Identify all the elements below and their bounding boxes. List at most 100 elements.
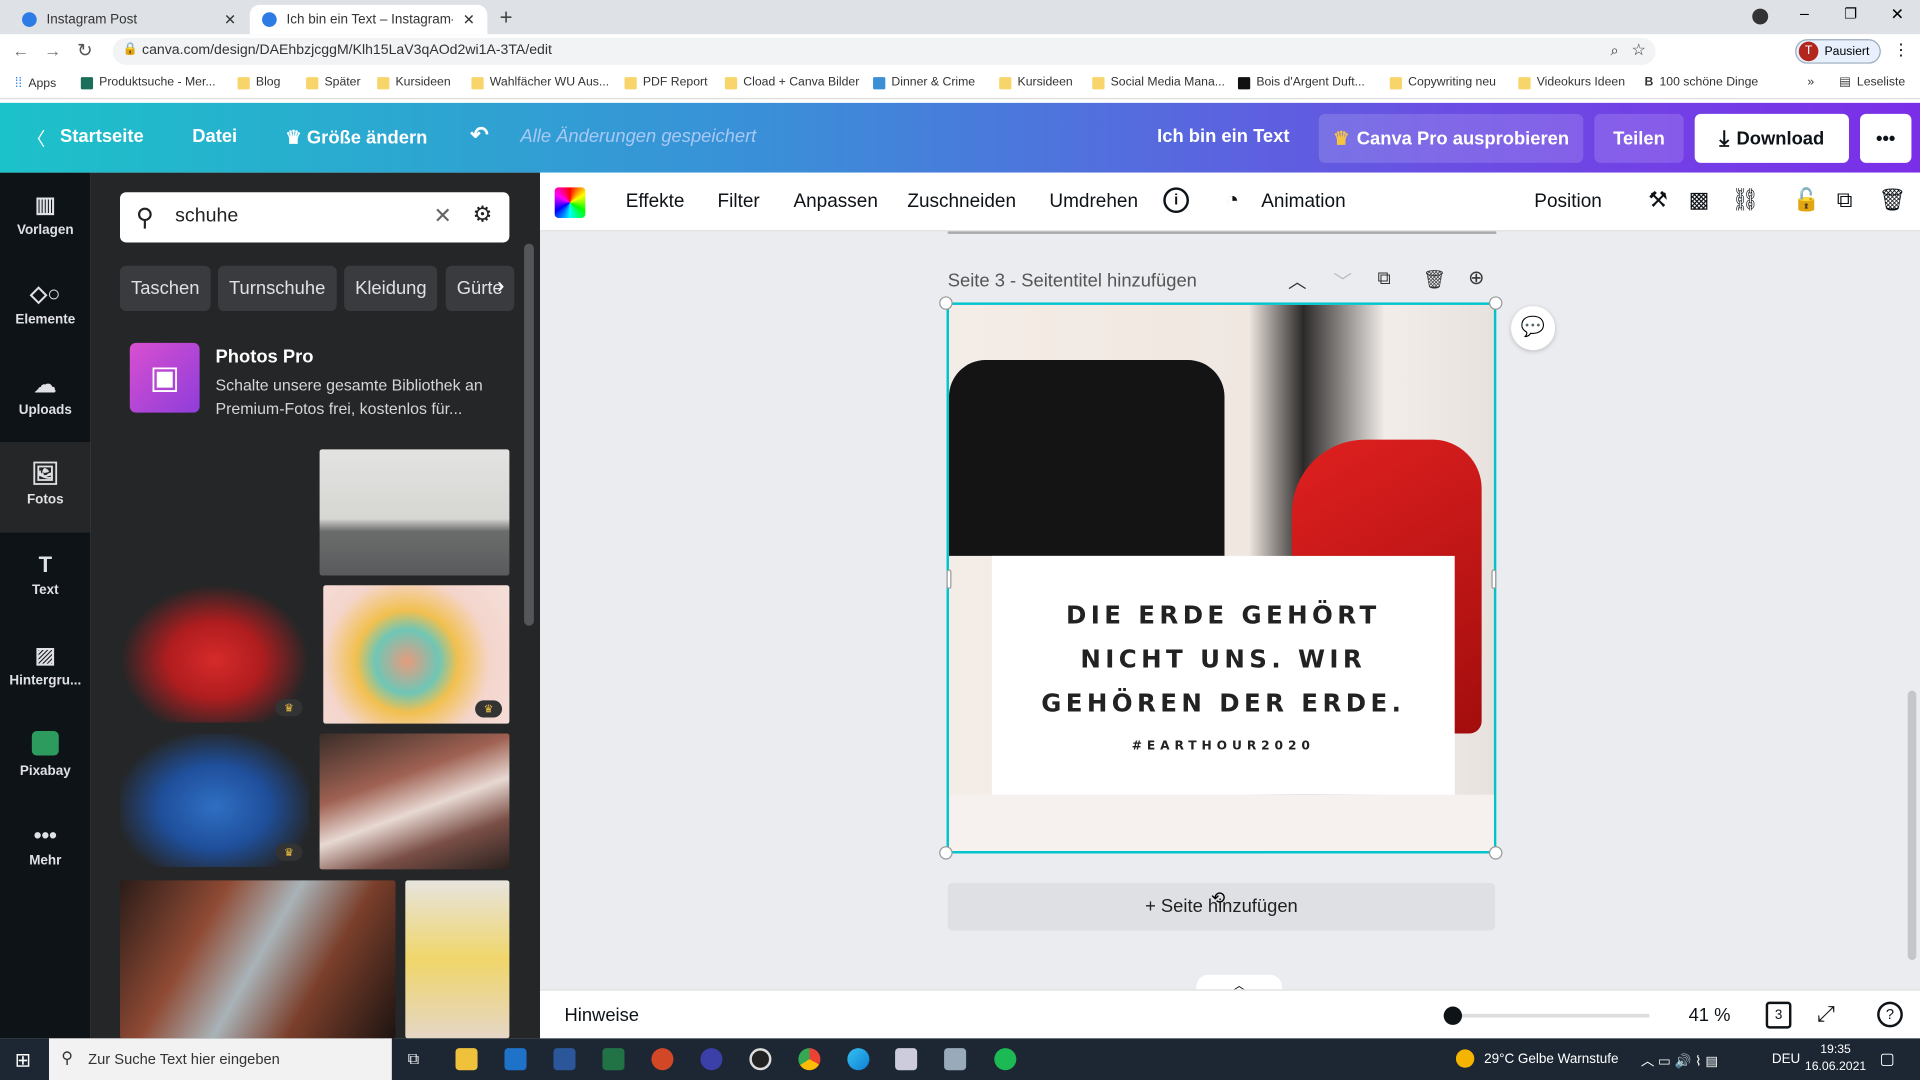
spotify-icon[interactable] <box>994 1048 1017 1071</box>
bookmark-item[interactable]: Produktsuche - Mer... <box>80 76 216 89</box>
notes-button[interactable]: Hinweise <box>564 1005 639 1026</box>
mail-icon[interactable] <box>504 1048 527 1071</box>
animation-button[interactable]: Animation <box>1261 191 1345 213</box>
rail-item-elemente[interactable]: ◇○ Elemente <box>0 262 91 348</box>
home-link[interactable]: Startseite <box>60 126 144 147</box>
quote-text-box[interactable]: DIE ERDE GEHÖRT NICHT UNS. WIR GEHÖREN D… <box>991 555 1455 795</box>
bookmark-item[interactable]: Dinner & Crime <box>873 76 975 89</box>
taskbar-search-input[interactable]: ⚲ Zur Suche Text hier eingeben <box>48 1038 392 1080</box>
rail-item-hintergrund[interactable]: ▨ Hintergru... <box>0 623 91 709</box>
photo-colorful-heels[interactable]: ♛ <box>323 585 510 724</box>
profile-button[interactable]: T Pausiert <box>1795 39 1881 64</box>
bookmark-item[interactable]: Wahlfächer WU Aus... <box>471 76 609 89</box>
transparency-icon[interactable]: ▩ <box>1689 187 1710 213</box>
forward-icon[interactable]: → <box>44 40 61 60</box>
reload-icon[interactable]: ↻ <box>77 39 92 61</box>
rail-item-vorlagen[interactable]: ▥ Vorlagen <box>0 173 91 259</box>
close-window-icon[interactable]: ✕ <box>1891 5 1904 25</box>
bookmark-item[interactable]: Kursideen <box>999 76 1073 89</box>
zoom-level[interactable]: 41 % <box>1689 1005 1731 1026</box>
rail-item-uploads[interactable]: ☁ Uploads <box>0 353 91 439</box>
info-icon[interactable]: i <box>1163 187 1189 214</box>
url-field[interactable]: 🔒 canva.com/design/DAEhbzjcggM/Klh15LaV3… <box>112 37 1656 65</box>
bookmark-item[interactable]: Copywriting neu <box>1389 76 1496 89</box>
powerpoint-icon[interactable] <box>651 1048 674 1071</box>
zoom-icon[interactable]: ⌕ <box>1611 42 1619 60</box>
lock-icon[interactable]: 🔓 <box>1793 187 1820 213</box>
zoom-slider[interactable] <box>1443 1006 1650 1025</box>
clock[interactable]: 19:35 16.06.2021 <box>1805 1042 1866 1076</box>
windows-start-icon[interactable]: ⊞ <box>15 1048 31 1072</box>
photo-sneakers-white[interactable] <box>319 449 510 576</box>
bookmark-item[interactable]: Später <box>306 76 361 89</box>
bookmark-item[interactable]: Social Media Mana... <box>1092 76 1225 89</box>
effects-button[interactable]: Effekte <box>626 191 685 213</box>
filter-icon[interactable]: ⚙ <box>473 202 493 228</box>
zoom-slider-thumb[interactable] <box>1443 1006 1463 1025</box>
delete-page-icon[interactable]: 🗑 <box>1423 268 1446 290</box>
paint-format-icon[interactable]: ⚒ <box>1648 187 1668 213</box>
filter-button[interactable]: Filter <box>718 191 760 213</box>
browser-tab[interactable]: Instagram Post ✕ <box>10 5 249 34</box>
notifications-icon[interactable]: ▢ <box>1880 1049 1895 1069</box>
trash-icon[interactable]: 🗑 <box>1878 187 1906 213</box>
app-icon[interactable] <box>895 1048 918 1071</box>
new-tab-icon[interactable]: + <box>500 5 513 31</box>
rail-item-mehr[interactable]: ••• Mehr <box>0 803 91 889</box>
rotate-icon[interactable]: ⟲ <box>1211 888 1225 909</box>
tray-icons[interactable]: ︿ ▭ 🔊 ⌇ ▤ <box>1641 1051 1718 1071</box>
page-grid-button[interactable]: 3 <box>1765 1001 1792 1029</box>
duplicate-page-icon[interactable]: ⧉ <box>1378 268 1391 289</box>
task-view-icon[interactable]: ⧉ <box>408 1049 419 1069</box>
photo-blue-sneakers[interactable]: ♛ <box>120 733 310 867</box>
bookmark-item[interactable]: Cload + Canva Bilder <box>724 76 859 89</box>
resize-handle[interactable] <box>1488 846 1503 860</box>
duplicate-icon[interactable]: ⧉ <box>1837 187 1853 213</box>
page-up-icon[interactable]: ︿ <box>1288 268 1306 294</box>
reading-list[interactable]: ▤ Leseliste <box>1839 76 1905 89</box>
edge-icon[interactable] <box>847 1048 870 1071</box>
more-bookmarks-icon[interactable]: » <box>1807 76 1814 89</box>
rail-item-fotos[interactable]: 🖼 Fotos <box>0 442 91 533</box>
bookmark-item[interactable]: Bois d'Argent Duft... <box>1237 76 1365 89</box>
bookmark-item[interactable]: B 100 schöne Dinge <box>1644 76 1758 89</box>
language-indicator[interactable]: DEU <box>1772 1052 1800 1067</box>
clear-search-icon[interactable]: ✕ <box>433 203 451 229</box>
side-handle[interactable] <box>946 569 952 589</box>
color-picker-icon[interactable] <box>554 187 586 218</box>
rail-item-text[interactable]: T Text <box>0 533 91 619</box>
bookmark-item[interactable]: PDF Report <box>624 76 708 89</box>
more-options-button[interactable]: ••• <box>1860 113 1912 163</box>
design-title[interactable]: Ich bin ein Text <box>1157 126 1289 147</box>
workspace-scrollbar[interactable] <box>1907 231 1918 989</box>
photo-yellow-heels[interactable] <box>405 880 510 1039</box>
add-page-icon[interactable]: ⊕ <box>1468 266 1484 290</box>
obs-icon[interactable] <box>749 1048 772 1071</box>
back-icon[interactable]: ← <box>12 40 29 60</box>
minimize-icon[interactable]: – <box>1800 4 1809 22</box>
back-chevron-icon[interactable]: 〈 <box>27 126 45 152</box>
photo-red-sneakers[interactable]: ♛ <box>120 584 310 723</box>
resize-button[interactable]: ♛ Größe ändern <box>285 126 427 148</box>
resize-handle[interactable] <box>939 846 953 860</box>
restore-icon[interactable]: ❐ <box>1844 5 1857 22</box>
chip-taschen[interactable]: Taschen <box>120 265 211 312</box>
panel-scrollbar[interactable] <box>524 243 534 626</box>
try-pro-button[interactable]: ♛ Canva Pro ausprobieren <box>1318 113 1584 163</box>
resize-handle[interactable] <box>1488 296 1503 310</box>
browser-tab-active[interactable]: Ich bin ein Text – Instagram-Beit ✕ <box>249 4 488 35</box>
bookmark-item[interactable]: ⁞⁞ Apps <box>15 76 57 91</box>
resize-handle[interactable] <box>939 296 953 310</box>
page-down-icon[interactable]: ﹀ <box>1333 268 1351 294</box>
undo-icon[interactable]: ↶ <box>470 122 488 148</box>
search-input[interactable]: ⚲ schuhe ✕ ⚙ <box>120 192 510 243</box>
share-button[interactable]: Teilen <box>1594 113 1684 163</box>
chrome-icon[interactable] <box>798 1048 821 1071</box>
photo-leather-shoes[interactable] <box>120 880 396 1039</box>
link-icon[interactable]: ⛓ <box>1731 187 1759 213</box>
chip-turnschuhe[interactable]: Turnschuhe <box>217 265 337 312</box>
help-icon[interactable]: ? <box>1877 1001 1903 1028</box>
flip-button[interactable]: Umdrehen <box>1049 191 1138 213</box>
crop-button[interactable]: Zuschneiden <box>907 191 1016 213</box>
adjust-button[interactable]: Anpassen <box>793 191 877 213</box>
